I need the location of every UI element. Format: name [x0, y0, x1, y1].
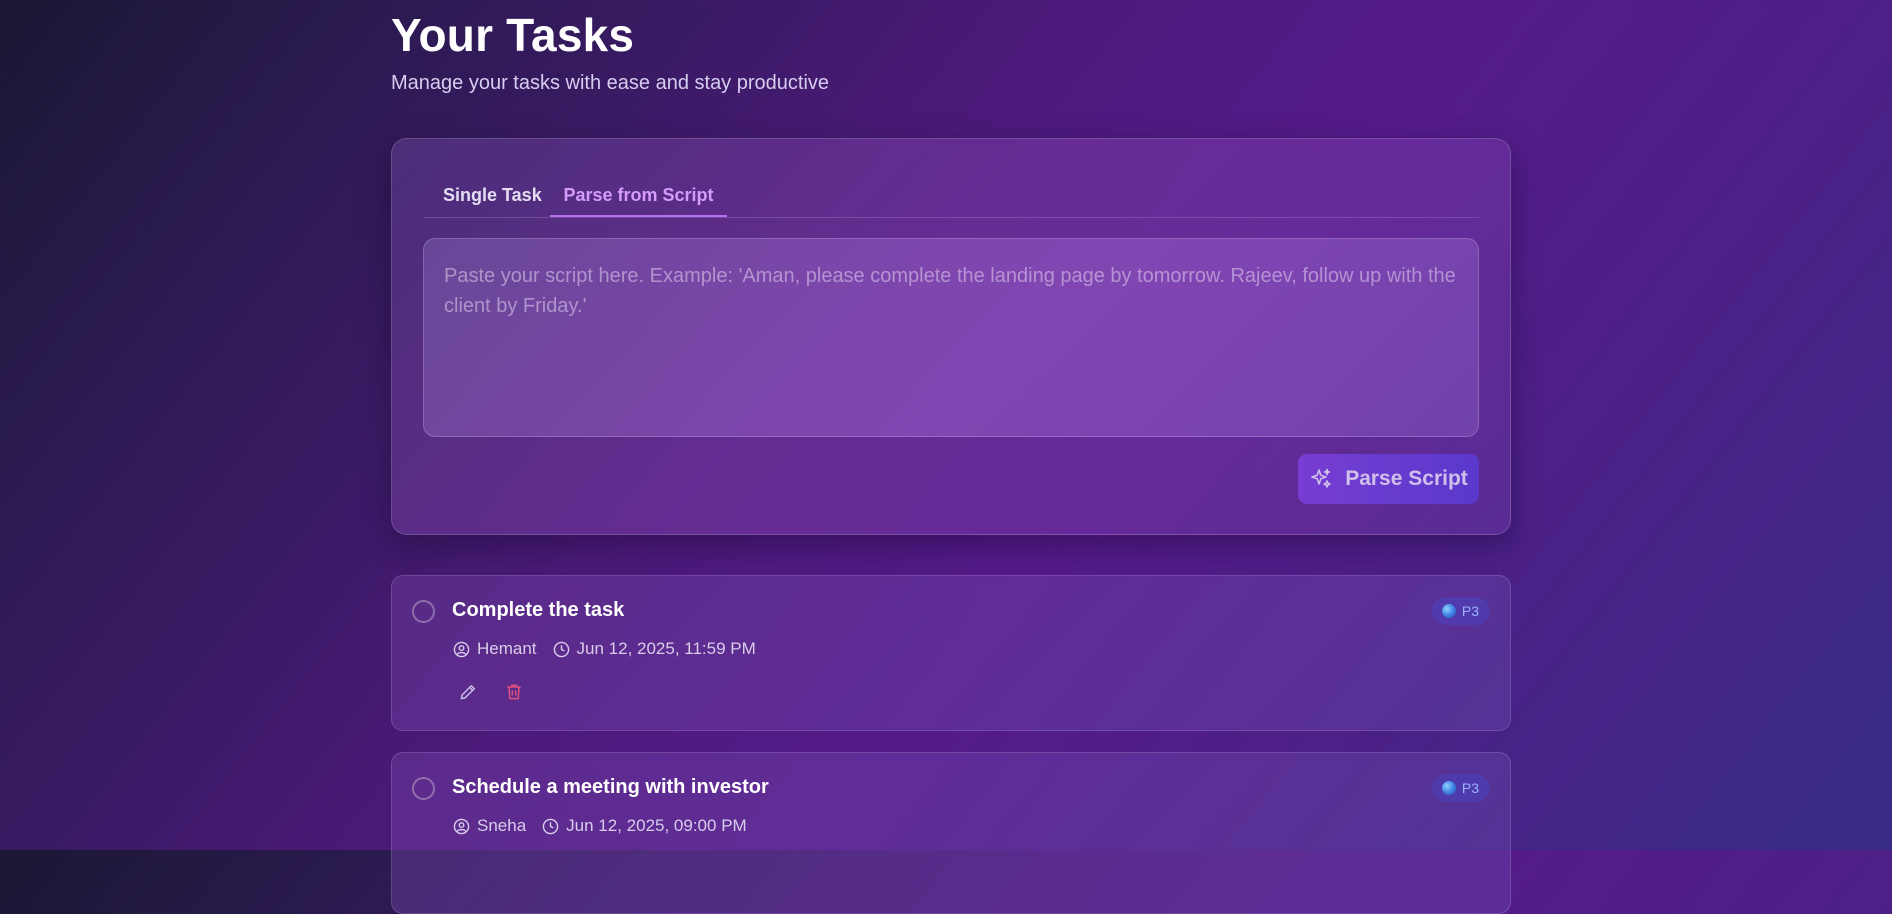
task-card: Complete the task Hemant Jun 12, 2025, 1…: [391, 575, 1511, 731]
task-due-date: Jun 12, 2025, 11:59 PM: [576, 639, 756, 658]
parse-script-label: Parse Script: [1345, 467, 1468, 490]
task-card: Schedule a meeting with investor Sneha J…: [391, 752, 1511, 914]
task-complete-checkbox[interactable]: [412, 600, 435, 623]
priority-label: P3: [1461, 603, 1479, 619]
composer-tabs: Single Task Parse from Script: [423, 174, 1479, 218]
edit-task-button[interactable]: [458, 682, 478, 702]
priority-dot-icon: [1441, 781, 1456, 795]
task-title: Schedule a meeting with investor: [452, 776, 769, 798]
task-assignee: Sneha: [477, 816, 527, 835]
delete-task-button[interactable]: [504, 682, 524, 702]
parse-script-button[interactable]: Parse Script: [1298, 454, 1479, 504]
task-actions: [458, 682, 524, 702]
tab-parse-from-script[interactable]: Parse from Script: [550, 174, 727, 217]
page-title: Your Tasks: [391, 9, 635, 61]
page-subtitle: Manage your tasks with ease and stay pro…: [391, 72, 830, 94]
task-title: Complete the task: [452, 599, 625, 621]
clock-icon: [542, 818, 559, 834]
task-complete-checkbox[interactable]: [412, 777, 435, 800]
priority-badge: P3: [1431, 774, 1490, 802]
task-composer-panel: Single Task Parse from Script Parse Scri…: [391, 138, 1511, 535]
user-icon: [453, 641, 470, 657]
trash-icon: [507, 684, 521, 700]
task-due-date: Jun 12, 2025, 09:00 PM: [566, 816, 747, 835]
script-input[interactable]: [423, 238, 1479, 437]
user-icon: [453, 818, 470, 834]
task-meta: Hemant Jun 12, 2025, 11:59 PM: [453, 639, 756, 659]
priority-dot-icon: [1441, 604, 1456, 618]
pencil-icon: [460, 685, 475, 700]
task-meta: Sneha Jun 12, 2025, 09:00 PM: [453, 816, 747, 836]
task-assignee: Hemant: [477, 639, 537, 658]
tab-single-task[interactable]: Single Task: [443, 174, 542, 217]
priority-label: P3: [1461, 780, 1479, 796]
priority-badge: P3: [1431, 597, 1490, 625]
sparkles-icon: [1311, 468, 1332, 488]
clock-icon: [553, 641, 569, 657]
